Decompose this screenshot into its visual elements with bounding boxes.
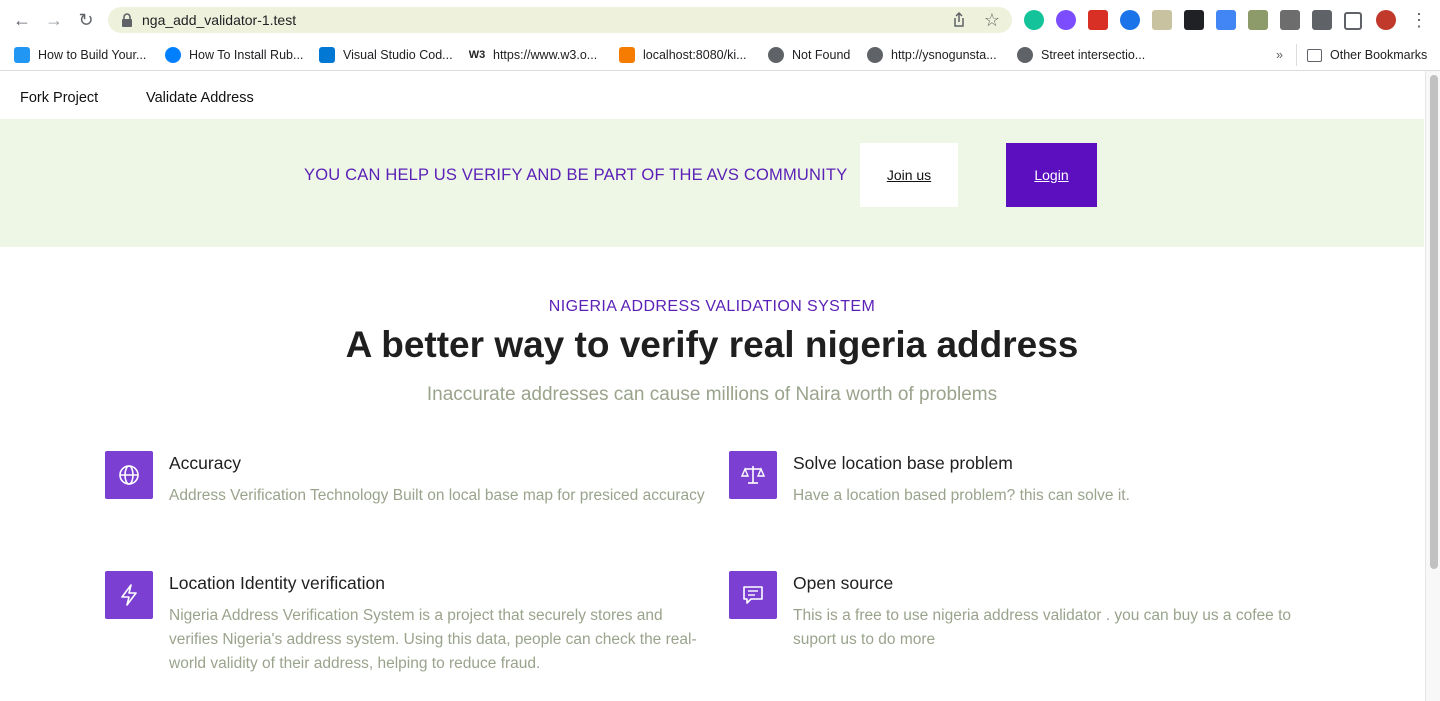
puzzle-icon[interactable] (1312, 10, 1332, 30)
feature-description: Address Verification Technology Built on… (169, 487, 705, 504)
banner-text: YOU CAN HELP US VERIFY AND BE PART OF TH… (304, 166, 848, 184)
feature-description: Nigeria Address Verification System is a… (169, 607, 697, 672)
bookmark-label: How to Build Your... (38, 48, 147, 62)
bookmark-item[interactable]: http://ysnogunsta... (867, 44, 997, 66)
globe-icon (768, 47, 784, 63)
extension-icon[interactable] (1056, 10, 1076, 30)
office-extension-icon[interactable] (1088, 10, 1108, 30)
login-button[interactable]: Login (1006, 143, 1097, 207)
bookmarks-bar: How to Build Your... How To Install Rub.… (0, 40, 1440, 71)
bookmark-item[interactable]: Not Found (768, 44, 850, 66)
extension-icon[interactable] (1120, 10, 1140, 30)
page-scrollbar[interactable] (1425, 71, 1440, 701)
lock-icon (122, 13, 132, 27)
menu-dots-icon[interactable]: ⋮ (1408, 10, 1430, 30)
side-panel-icon[interactable] (1344, 12, 1362, 30)
reload-icon[interactable]: ↻ (75, 10, 97, 30)
other-bookmarks-folder[interactable]: Other Bookmarks (1296, 44, 1427, 66)
extension-icon[interactable] (1280, 10, 1300, 30)
bookmark-label: localhost:8080/ki... (643, 48, 747, 62)
bookmark-label: https://www.w3.o... (493, 48, 598, 62)
community-banner: YOU CAN HELP US VERIFY AND BE PART OF TH… (0, 119, 1424, 247)
validate-address-link[interactable]: Validate Address (146, 90, 254, 106)
bookmark-favicon-icon (14, 47, 30, 63)
chat-icon (729, 571, 777, 619)
url-text: nga_add_validator-1.test (142, 12, 297, 28)
scale-icon (729, 451, 777, 499)
bookmark-item[interactable]: W3 https://www.w3.o... (469, 44, 597, 66)
bookmark-item[interactable]: localhost:8080/ki... (619, 44, 747, 66)
hero-subtitle: Inaccurate addresses can cause millions … (426, 384, 998, 405)
avatar[interactable] (1376, 10, 1396, 30)
feature-description: Have a location based problem? this can … (793, 487, 1130, 504)
site-nav: Fork Project Validate Address (0, 71, 1424, 119)
bookmark-item[interactable]: Street intersectio... (1017, 44, 1145, 66)
extension-icon[interactable] (1184, 10, 1204, 30)
page-title: A better way to verify real nigeria addr… (345, 324, 1079, 365)
globe-icon (105, 451, 153, 499)
translate-extension-icon[interactable] (1216, 10, 1236, 30)
feature-description: This is a free to use nigeria address va… (793, 607, 1291, 648)
grammarly-extension-icon[interactable] (1024, 10, 1044, 30)
feature-title: Location Identity verification (169, 573, 385, 593)
bookmark-label: Street intersectio... (1041, 48, 1146, 62)
feature-title: Accuracy (169, 453, 241, 473)
share-icon[interactable] (950, 11, 968, 29)
join-us-button[interactable]: Join us (860, 143, 958, 207)
bookmark-item[interactable]: Visual Studio Cod... (319, 44, 453, 66)
bookmark-item[interactable]: How to Build Your... (14, 44, 146, 66)
fork-project-link[interactable]: Fork Project (20, 90, 98, 106)
bookmarks-overflow-button[interactable]: » (1276, 44, 1283, 66)
bookmark-star-icon[interactable]: ☆ (984, 10, 1000, 30)
lightning-icon (105, 571, 153, 619)
feature-title: Solve location base problem (793, 453, 1013, 473)
bookmark-label: How To Install Rub... (189, 48, 304, 62)
extension-icon[interactable] (1248, 10, 1268, 30)
scrollbar-thumb[interactable] (1430, 75, 1438, 569)
bookmark-item[interactable]: How To Install Rub... (165, 44, 303, 66)
forward-arrow-icon[interactable]: → (43, 10, 65, 30)
bookmark-label: http://ysnogunsta... (891, 48, 997, 62)
bookmark-label: Not Found (792, 48, 851, 62)
bookmark-label: Visual Studio Cod... (343, 48, 453, 62)
vscode-icon (319, 47, 335, 63)
back-arrow-icon[interactable]: ← (11, 10, 33, 30)
xampp-icon (619, 47, 635, 63)
browser-toolbar: ← → ↻ nga_add_validator-1.test ☆ ⋮ (0, 0, 1440, 40)
folder-icon (1307, 48, 1322, 62)
feature-title: Open source (793, 573, 894, 593)
hero-eyebrow: NIGERIA ADDRESS VALIDATION SYSTEM (548, 298, 876, 315)
globe-icon (1017, 47, 1033, 63)
bookmark-favicon-icon (165, 47, 181, 63)
extension-icon[interactable] (1152, 10, 1172, 30)
other-bookmarks-label: Other Bookmarks (1330, 48, 1428, 62)
globe-icon (867, 47, 883, 63)
address-bar[interactable]: nga_add_validator-1.test ☆ (108, 7, 1012, 33)
w3-icon: W3 (468, 47, 486, 63)
